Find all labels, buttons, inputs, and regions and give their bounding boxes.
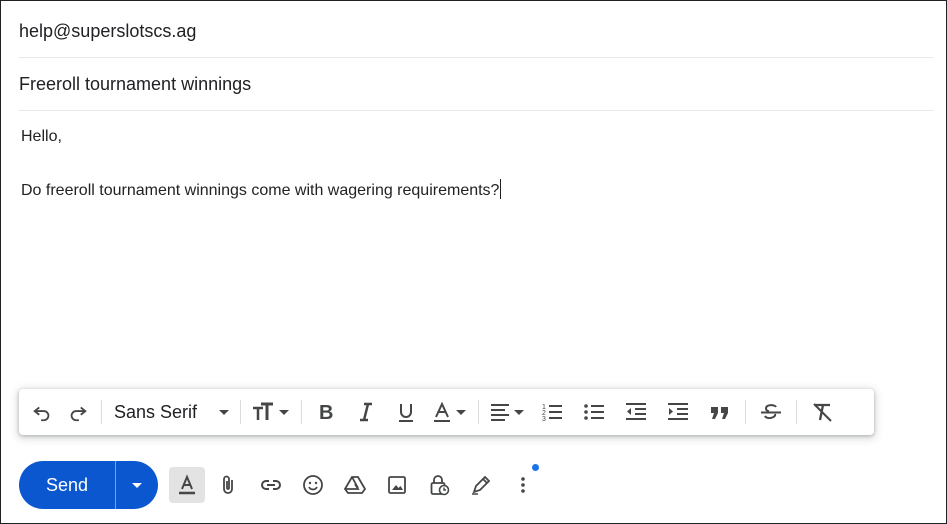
bold-icon[interactable]: B: [306, 395, 346, 429]
toolbar-separator: [240, 400, 241, 424]
svg-text:B: B: [319, 402, 333, 423]
attach-icon[interactable]: [211, 467, 247, 503]
notification-dot: [532, 464, 539, 471]
numbered-list-icon[interactable]: 123: [531, 395, 573, 429]
body-greeting: Hello,: [21, 128, 62, 145]
link-icon[interactable]: [253, 467, 289, 503]
indent-more-icon[interactable]: [657, 395, 699, 429]
body-paragraph: Do freeroll tournament winnings come wit…: [21, 179, 926, 201]
compose-window: help@superslotscs.ag Freeroll tournament…: [0, 0, 947, 524]
to-recipient[interactable]: help@superslotscs.ag: [19, 21, 196, 42]
formatting-options-icon[interactable]: [169, 467, 205, 503]
toolbar-separator: [745, 400, 746, 424]
text-size-icon[interactable]: [245, 395, 297, 429]
text-color-icon[interactable]: [426, 395, 474, 429]
toolbar-separator: [301, 400, 302, 424]
subject-text[interactable]: Freeroll tournament winnings: [19, 74, 251, 95]
compose-action-bar: Send: [19, 461, 541, 509]
strikethrough-icon[interactable]: [750, 395, 792, 429]
to-field[interactable]: help@superslotscs.ag: [19, 6, 934, 58]
italic-icon[interactable]: [346, 395, 386, 429]
quote-icon[interactable]: [699, 395, 741, 429]
toolbar-separator: [101, 400, 102, 424]
more-options-icon[interactable]: [505, 464, 541, 503]
indent-less-icon[interactable]: [615, 395, 657, 429]
text-caret: [500, 179, 502, 199]
undo-icon[interactable]: [25, 395, 59, 429]
chevron-down-icon: [132, 483, 142, 488]
send-button-group: Send: [19, 461, 158, 509]
redo-icon[interactable]: [59, 395, 97, 429]
toolbar-separator: [478, 400, 479, 424]
svg-text:3: 3: [542, 416, 546, 423]
toolbar-separator: [796, 400, 797, 424]
send-button[interactable]: Send: [19, 461, 115, 509]
schedule-send-button[interactable]: [116, 461, 158, 509]
bulleted-list-icon[interactable]: [573, 395, 615, 429]
chevron-down-icon: [219, 410, 229, 415]
font-dropdown[interactable]: Sans Serif: [106, 395, 236, 429]
photo-icon[interactable]: [379, 467, 415, 503]
underline-icon[interactable]: [386, 395, 426, 429]
font-dropdown-label: Sans Serif: [114, 401, 198, 422]
formatting-toolbar: Sans Serif B 123: [19, 389, 874, 435]
confidential-mode-icon[interactable]: [421, 467, 457, 503]
remove-formatting-icon[interactable]: [801, 395, 843, 429]
align-icon[interactable]: [483, 395, 531, 429]
emoji-icon[interactable]: [295, 467, 331, 503]
message-body[interactable]: Hello, Do freeroll tournament winnings c…: [21, 127, 926, 201]
subject-field[interactable]: Freeroll tournament winnings: [19, 59, 934, 111]
signature-icon[interactable]: [463, 467, 499, 503]
drive-icon[interactable]: [337, 467, 373, 503]
